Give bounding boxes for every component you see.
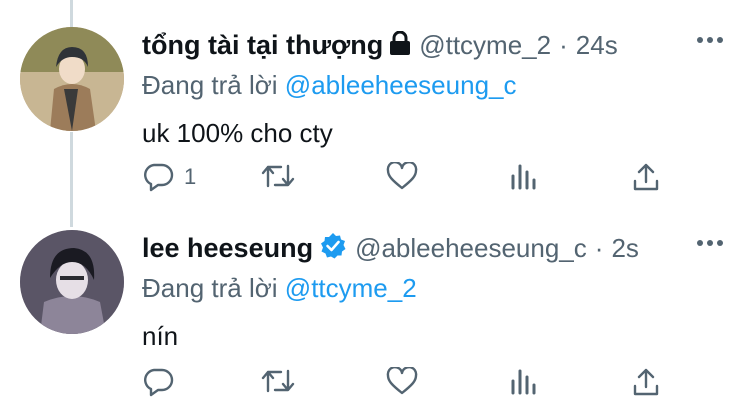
retweet-icon (261, 369, 295, 393)
analytics-button[interactable] (510, 162, 538, 190)
reply-icon (144, 368, 174, 397)
timestamp[interactable]: 24s (576, 30, 618, 61)
like-button[interactable] (386, 162, 418, 190)
avatar[interactable] (20, 230, 124, 334)
share-icon (633, 368, 659, 396)
share-button[interactable] (632, 367, 660, 397)
reply-count: 1 (184, 164, 197, 189)
reply-button[interactable] (142, 367, 184, 397)
display-name[interactable]: tổng tài tại thượng (142, 30, 383, 61)
more-options-icon[interactable] (696, 32, 724, 50)
timestamp[interactable]: 2s (611, 233, 638, 264)
replying-prefix: Đang trả lời (142, 70, 278, 100)
replying-prefix: Đang trả lời (142, 273, 278, 303)
user-handle[interactable]: @ttcyme_2 (419, 30, 551, 61)
heart-icon (386, 162, 418, 190)
retweet-icon (261, 164, 295, 188)
verified-icon (319, 232, 347, 265)
reply-button[interactable]: 1 (142, 162, 196, 192)
thread-connector-line (70, 132, 73, 227)
avatar[interactable] (20, 27, 124, 131)
separator-dot: · (594, 232, 604, 263)
analytics-icon (511, 369, 536, 395)
lock-icon (389, 30, 411, 60)
more-options-icon[interactable] (696, 235, 724, 253)
mention-link[interactable]: @ttcyme_2 (285, 273, 417, 303)
retweet-button[interactable] (260, 162, 296, 190)
mention-link[interactable]: @ableeheeseung_c (285, 70, 517, 100)
heart-icon (386, 367, 418, 395)
replying-to: Đang trả lời @ableeheeseung_c (142, 68, 730, 102)
user-handle[interactable]: @ableeheeseung_c (355, 233, 587, 264)
thread-connector-line (70, 0, 73, 30)
share-button[interactable] (632, 162, 660, 192)
separator-dot: · (559, 29, 568, 60)
reply-icon (144, 163, 174, 192)
replying-to: Đang trả lời @ttcyme_2 (142, 271, 730, 305)
tweet-text: nín (142, 321, 179, 351)
retweet-button[interactable] (260, 367, 296, 395)
share-icon (633, 163, 659, 191)
tweet-text: uk 100% cho cty (142, 118, 333, 148)
analytics-button[interactable] (510, 367, 538, 395)
like-button[interactable] (386, 367, 418, 395)
display-name[interactable]: lee heeseung (142, 233, 313, 264)
analytics-icon (511, 164, 536, 190)
